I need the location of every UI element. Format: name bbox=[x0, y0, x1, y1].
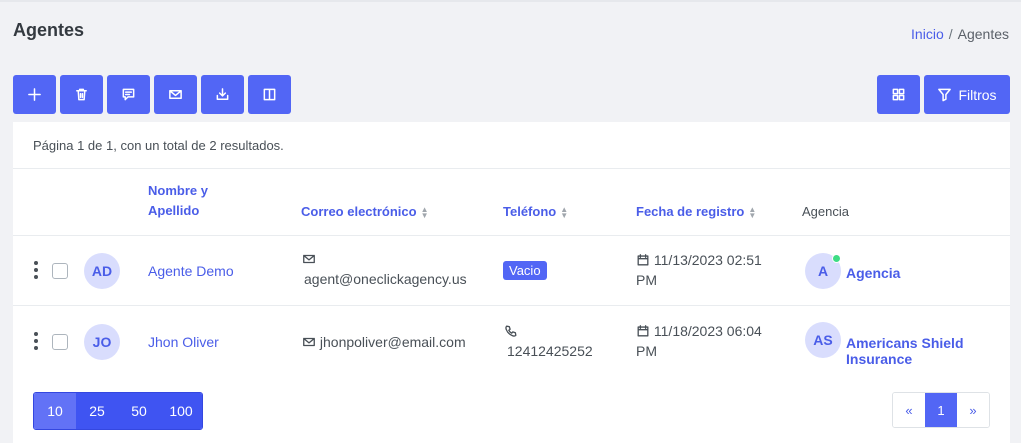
delete-button[interactable] bbox=[60, 75, 103, 114]
page-size-option[interactable]: 10 bbox=[34, 393, 76, 429]
sort-icon: ▲ ▼ bbox=[560, 204, 569, 220]
grid-view-button[interactable] bbox=[877, 75, 920, 114]
trash-icon bbox=[76, 88, 87, 101]
online-status-dot bbox=[832, 254, 841, 263]
sort-icon: ▲ ▼ bbox=[748, 204, 757, 220]
pagination-prev-button[interactable]: « bbox=[893, 393, 925, 427]
phone-empty-badge: Vacio bbox=[503, 261, 547, 280]
message-button[interactable] bbox=[107, 75, 150, 114]
row-menu-icon[interactable] bbox=[33, 261, 39, 281]
header-email[interactable]: Correo electrónico ▲ ▼ bbox=[301, 202, 429, 222]
filter-icon bbox=[938, 88, 952, 102]
date-cell: 11/18/2023 06:04 PM bbox=[636, 323, 762, 359]
add-button[interactable] bbox=[13, 75, 56, 114]
pagination-page-button[interactable]: 1 bbox=[925, 393, 957, 427]
header-date[interactable]: Fecha de registro ▲ ▼ bbox=[636, 202, 756, 222]
date-cell: 11/13/2023 02:51 PM bbox=[636, 252, 762, 288]
breadcrumb-separator: / bbox=[948, 26, 953, 42]
results-card: Página 1 de 1, con un total de 2 resulta… bbox=[13, 122, 1010, 443]
agency-name-link[interactable]: Americans Shield Insurance bbox=[846, 335, 986, 367]
email-button[interactable] bbox=[154, 75, 197, 114]
agency-avatar: AS bbox=[805, 322, 841, 358]
page-size-selector: 10 25 50 100 bbox=[33, 392, 203, 430]
avatar: AD bbox=[84, 253, 120, 289]
breadcrumb: Inicio / Agentes bbox=[911, 26, 1009, 42]
phone-icon bbox=[505, 325, 517, 337]
agent-name-link[interactable]: Agente Demo bbox=[148, 263, 234, 279]
columns-button[interactable] bbox=[248, 75, 291, 114]
page-title: Agentes bbox=[13, 20, 85, 40]
email-cell: jhonpoliver@email.com bbox=[302, 332, 466, 352]
row-checkbox[interactable] bbox=[52, 263, 68, 279]
pagination-next-button[interactable]: » bbox=[957, 393, 989, 427]
header-name[interactable]: Nombre y Apellido bbox=[148, 181, 208, 221]
top-bar bbox=[0, 0, 1021, 2]
page-size-option[interactable]: 50 bbox=[118, 393, 160, 429]
header-agency: Agencia bbox=[802, 204, 849, 219]
agency-name-link[interactable]: Agencia bbox=[846, 265, 986, 281]
plus-icon bbox=[28, 88, 41, 101]
page-size-option[interactable]: 100 bbox=[160, 393, 202, 429]
results-summary: Página 1 de 1, con un total de 2 resulta… bbox=[33, 138, 284, 153]
page-size-option[interactable]: 25 bbox=[76, 393, 118, 429]
pagination: « 1 » bbox=[892, 392, 990, 428]
breadcrumb-home-link[interactable]: Inicio bbox=[911, 26, 944, 42]
mail-icon bbox=[169, 90, 182, 99]
agent-name-link[interactable]: Jhon Oliver bbox=[148, 334, 219, 350]
breadcrumb-current: Agentes bbox=[957, 26, 1009, 42]
table-row: JO Jhon Oliver jhonpoliver@email.com 124… bbox=[13, 306, 1010, 376]
row-checkbox[interactable] bbox=[52, 334, 68, 350]
header-phone[interactable]: Teléfono ▲ ▼ bbox=[503, 202, 568, 222]
comment-icon bbox=[122, 88, 135, 101]
toolbar-right: Filtros bbox=[877, 75, 1010, 114]
filters-button[interactable]: Filtros bbox=[924, 75, 1010, 114]
download-icon bbox=[216, 88, 229, 100]
filters-label: Filtros bbox=[958, 86, 997, 103]
calendar-icon bbox=[637, 254, 649, 266]
export-button[interactable] bbox=[201, 75, 244, 114]
columns-icon bbox=[263, 88, 276, 101]
row-menu-icon[interactable] bbox=[33, 332, 39, 352]
mail-icon bbox=[303, 254, 315, 264]
agency-avatar: A bbox=[805, 253, 841, 289]
summary-divider bbox=[13, 168, 1010, 169]
sort-icon: ▲ ▼ bbox=[420, 204, 429, 220]
grid-icon bbox=[892, 88, 905, 101]
avatar: JO bbox=[84, 324, 120, 360]
email-cell: agent@oneclickagency.us bbox=[302, 249, 467, 289]
phone-cell: 12412425252 bbox=[504, 321, 593, 361]
mail-icon bbox=[303, 337, 315, 347]
calendar-icon bbox=[637, 325, 649, 337]
toolbar bbox=[13, 75, 291, 114]
table-row: AD Agente Demo agent@oneclickagency.us V… bbox=[13, 236, 1010, 306]
